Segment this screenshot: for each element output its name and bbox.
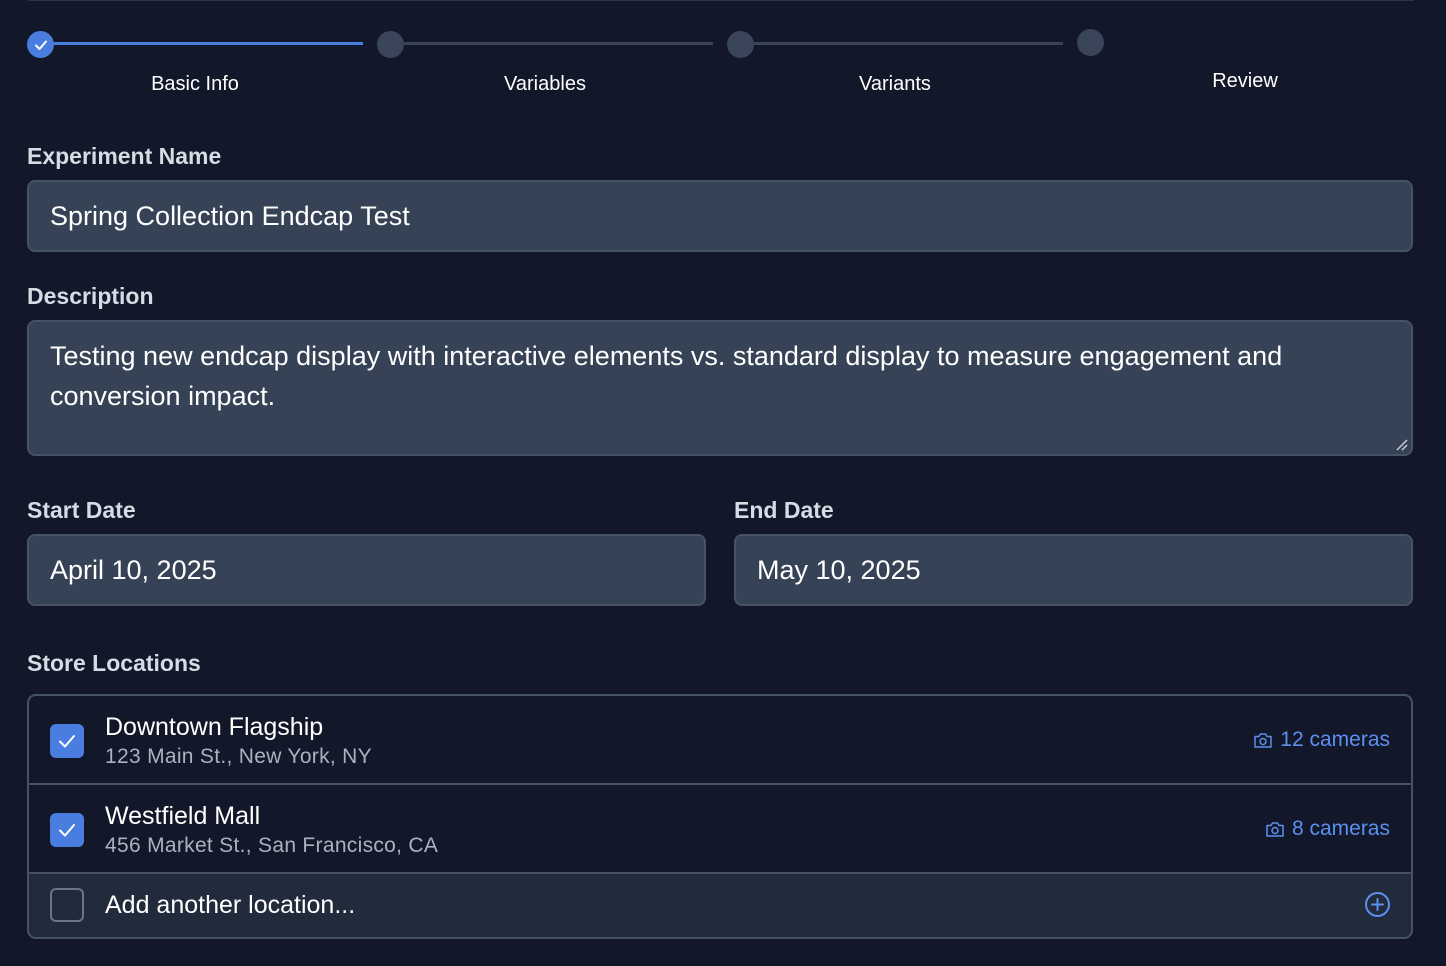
start-date-input[interactable]: April 10, 2025: [27, 534, 706, 606]
location-row-westfield-mall[interactable]: Westfield Mall 456 Market St., San Franc…: [29, 785, 1411, 874]
step-variables-dot[interactable]: [377, 31, 404, 58]
location-address: 456 Market St., San Francisco, CA: [105, 834, 439, 857]
start-date-label: Start Date: [27, 497, 136, 523]
check-icon: [59, 824, 75, 837]
end-date-input[interactable]: May 10, 2025: [734, 534, 1413, 606]
add-location-checkbox[interactable]: [50, 888, 84, 922]
store-locations-list: Downtown Flagship 123 Main St., New York…: [27, 694, 1413, 939]
experiment-name-label: Experiment Name: [27, 143, 222, 169]
step-connector-2: [404, 42, 713, 45]
start-date-value: April 10, 2025: [50, 554, 217, 585]
step-variants-label[interactable]: Variants: [745, 73, 1045, 96]
description-value: Testing new endcap display with interact…: [50, 341, 1283, 411]
camera-icon: [1254, 732, 1273, 748]
step-connector-3: [754, 42, 1063, 45]
location-camera-count[interactable]: 8 cameras: [1265, 817, 1390, 841]
step-basic-info-dot[interactable]: [27, 31, 54, 58]
end-date-value: May 10, 2025: [757, 554, 921, 585]
wizard-stepper: Basic Info Variables Variants Review: [0, 0, 1446, 110]
end-date-label: End Date: [734, 497, 834, 523]
step-review-dot[interactable]: [1077, 29, 1104, 56]
experiment-name-value: Spring Collection Endcap Test: [50, 200, 410, 231]
check-icon: [59, 735, 75, 748]
step-review-label[interactable]: Review: [1095, 70, 1395, 93]
camera-count-text: 12 cameras: [1280, 728, 1390, 751]
location-address: 123 Main St., New York, NY: [105, 745, 372, 768]
description-label: Description: [27, 283, 154, 309]
camera-count-text: 8 cameras: [1291, 817, 1390, 840]
location-row-downtown-flagship[interactable]: Downtown Flagship 123 Main St., New York…: [29, 696, 1411, 785]
camera-icon: [1266, 821, 1284, 837]
step-connector-1: [54, 42, 363, 45]
step-variables-label[interactable]: Variables: [395, 73, 695, 96]
step-variants-dot[interactable]: [727, 31, 754, 58]
location-name: Westfield Mall: [105, 802, 261, 830]
store-locations-label: Store Locations: [27, 650, 201, 676]
plus-circle-icon[interactable]: [1364, 891, 1391, 918]
experiment-name-input[interactable]: Spring Collection Endcap Test: [27, 180, 1413, 252]
location-camera-count[interactable]: 12 cameras: [1253, 728, 1390, 752]
step-basic-info-label[interactable]: Basic Info: [45, 73, 345, 96]
location-checkbox-westfield-mall[interactable]: [50, 813, 84, 847]
location-checkbox-downtown-flagship[interactable]: [50, 724, 84, 758]
add-location-row[interactable]: Add another location...: [29, 874, 1411, 937]
description-textarea[interactable]: Testing new endcap display with interact…: [27, 320, 1413, 456]
check-icon: [34, 40, 47, 50]
location-name: Downtown Flagship: [105, 713, 324, 741]
resize-handle-icon[interactable]: [1394, 437, 1408, 451]
add-location-label[interactable]: Add another location...: [105, 891, 355, 920]
